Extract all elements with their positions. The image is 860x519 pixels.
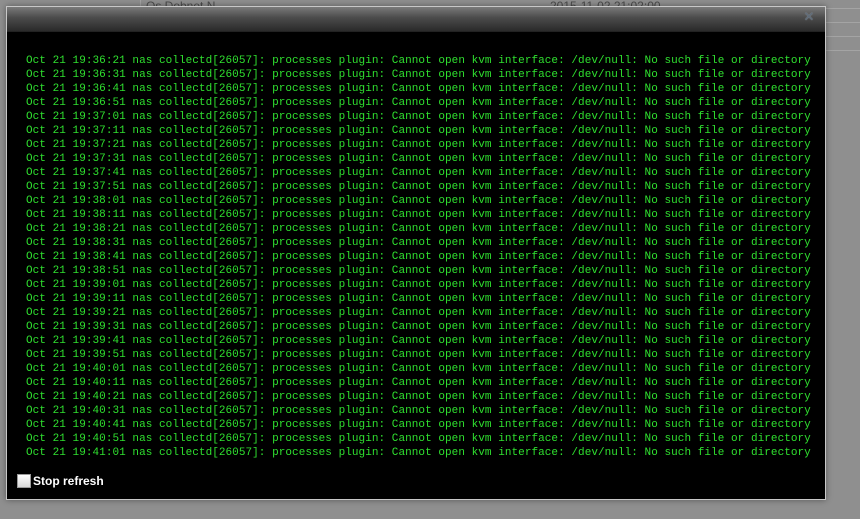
log-line: Oct 21 19:38:41 nas collectd[26057]: pro… xyxy=(26,251,811,263)
log-viewer-dialog: ✕ Oct 21 19:36:21 nas collectd[26057]: p… xyxy=(6,6,826,500)
log-line: Oct 21 19:36:41 nas collectd[26057]: pro… xyxy=(26,83,811,95)
log-line: Oct 21 19:37:31 nas collectd[26057]: pro… xyxy=(26,153,811,165)
stop-refresh-toggle[interactable]: Stop refresh xyxy=(17,474,104,488)
background-row-divider xyxy=(824,22,860,23)
log-line: Oct 21 19:39:01 nas collectd[26057]: pro… xyxy=(26,279,811,291)
background-row-divider xyxy=(824,36,860,37)
close-icon[interactable]: ✕ xyxy=(803,11,815,24)
log-line: Oct 21 19:37:51 nas collectd[26057]: pro… xyxy=(26,181,811,193)
log-line: Oct 21 19:36:51 nas collectd[26057]: pro… xyxy=(26,97,811,109)
log-line: Oct 21 19:36:31 nas collectd[26057]: pro… xyxy=(26,69,811,81)
log-line: Oct 21 19:37:11 nas collectd[26057]: pro… xyxy=(26,125,811,137)
log-line: Oct 21 19:38:01 nas collectd[26057]: pro… xyxy=(26,195,811,207)
log-line: Oct 21 19:36:21 nas collectd[26057]: pro… xyxy=(26,55,811,67)
log-line: Oct 21 19:41:01 nas collectd[26057]: pro… xyxy=(26,447,811,459)
log-line: Oct 21 19:39:31 nas collectd[26057]: pro… xyxy=(26,321,811,333)
log-line: Oct 21 19:39:11 nas collectd[26057]: pro… xyxy=(26,293,811,305)
dialog-footer: Stop refresh xyxy=(7,462,825,499)
log-output[interactable]: Oct 21 19:36:21 nas collectd[26057]: pro… xyxy=(7,32,825,462)
log-line: Oct 21 19:37:01 nas collectd[26057]: pro… xyxy=(26,111,811,123)
log-line: Oct 21 19:40:41 nas collectd[26057]: pro… xyxy=(26,419,811,431)
log-line: Oct 21 19:40:01 nas collectd[26057]: pro… xyxy=(26,363,811,375)
log-line: Oct 21 19:37:41 nas collectd[26057]: pro… xyxy=(26,167,811,179)
log-line: Oct 21 19:37:21 nas collectd[26057]: pro… xyxy=(26,139,811,151)
log-line: Oct 21 19:40:11 nas collectd[26057]: pro… xyxy=(26,377,811,389)
log-lines-list: Oct 21 19:36:21 nas collectd[26057]: pro… xyxy=(7,32,825,460)
stop-refresh-label: Stop refresh xyxy=(33,474,104,488)
log-line: Oct 21 19:38:31 nas collectd[26057]: pro… xyxy=(26,237,811,249)
stop-refresh-checkbox[interactable] xyxy=(17,474,31,488)
log-line: Oct 21 19:38:11 nas collectd[26057]: pro… xyxy=(26,209,811,221)
dialog-titlebar[interactable]: ✕ xyxy=(7,7,825,32)
log-line: Oct 21 19:38:21 nas collectd[26057]: pro… xyxy=(26,223,811,235)
log-line: Oct 21 19:39:51 nas collectd[26057]: pro… xyxy=(26,349,811,361)
log-line: Oct 21 19:39:21 nas collectd[26057]: pro… xyxy=(26,307,811,319)
log-line: Oct 21 19:40:21 nas collectd[26057]: pro… xyxy=(26,391,811,403)
background-row-divider xyxy=(824,50,860,51)
log-line: Oct 21 19:38:51 nas collectd[26057]: pro… xyxy=(26,265,811,277)
log-line: Oct 21 19:40:31 nas collectd[26057]: pro… xyxy=(26,405,811,417)
log-line: Oct 21 19:40:51 nas collectd[26057]: pro… xyxy=(26,433,811,445)
log-line: Oct 21 19:39:41 nas collectd[26057]: pro… xyxy=(26,335,811,347)
